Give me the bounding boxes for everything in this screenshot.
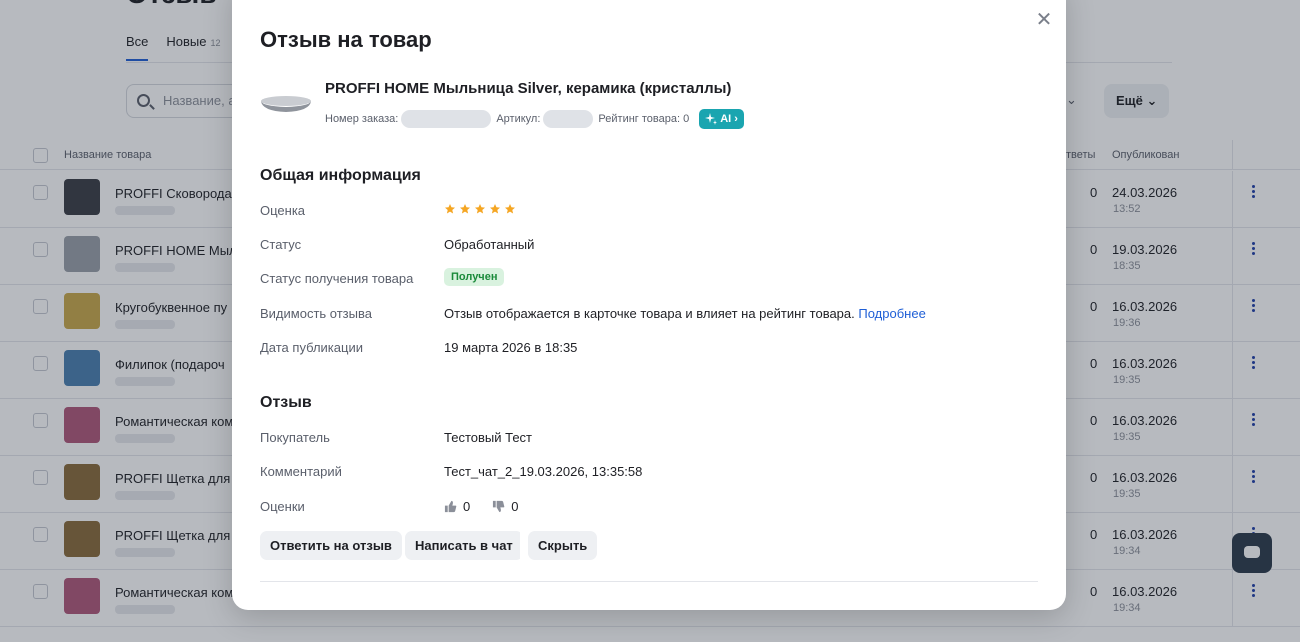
comment-row: Комментарий Тест_чат_2_19.03.2026, 13:35… [260,464,1040,484]
chevron-right-icon: › [734,113,738,125]
review-section-title: Отзыв [260,394,312,411]
general-info-title: Общая информация [260,167,421,184]
reply-button[interactable]: Ответить на отзыв [260,531,402,560]
status-row: Статус Обработанный [260,237,1040,257]
rating-label: Оценка [260,203,306,218]
thumbs-down-icon[interactable] [492,500,505,513]
votes-label: Оценки [260,499,305,514]
visibility-row: Видимость отзыва Отзыв отображается в ка… [260,306,1040,326]
votes-value: 0 0 [444,499,518,516]
write-chat-button[interactable]: Написать в чат [405,531,523,560]
thumbs-up-icon[interactable] [444,500,457,513]
learn-more-link[interactable]: Подробнее [858,306,925,321]
status-value: Обработанный [444,237,535,252]
likes-count: 0 [463,499,471,514]
publish-date-value: 19 марта 2026 в 18:35 [444,340,578,355]
review-modal: ✕ Отзыв на товар PROFFI HOME Мыльница Si… [232,0,1066,610]
status-label: Статус [260,237,302,252]
votes-row: Оценки 0 0 [260,499,1040,519]
ai-label: AI [720,113,732,125]
rating-stars [444,203,516,218]
product-rating: Рейтинг товара: 0 [598,113,690,125]
buyer-row: Покупатель Тестовый Тест [260,430,1040,450]
receipt-label: Статус получения товара [260,271,414,286]
dislikes-count: 0 [511,499,519,514]
receipt-row: Статус получения товара Получен [260,268,1040,291]
visibility-label: Видимость отзыва [260,306,372,321]
product-thumbnail [261,96,311,112]
hide-button[interactable]: Скрыть [528,531,598,560]
comment-value: Тест_чат_2_19.03.2026, 13:35:58 [444,464,643,479]
star-icon [490,204,500,214]
sparkle-icon [705,113,718,125]
publish-date-label: Дата публикации [260,340,363,355]
ai-button[interactable]: AI › [699,109,744,129]
buyer-label: Покупатель [260,430,330,445]
order-number-hidden [401,110,492,128]
star-icon [475,204,485,214]
rating-row: Оценка [260,203,1040,223]
product-name[interactable]: PROFFI HOME Мыльница Silver, керамика (к… [325,80,731,97]
visibility-value: Отзыв отображается в карточке товара и в… [444,306,855,321]
star-icon [445,204,455,214]
order-number-label: Номер заказа: [325,113,399,125]
visibility-value-cell: Отзыв отображается в карточке товара и в… [444,306,926,321]
close-icon[interactable]: ✕ [1034,10,1054,30]
star-icon [505,204,515,214]
star-icon [460,204,470,214]
article-label: Артикул: [496,113,541,125]
comment-label: Комментарий [260,464,342,479]
status-badge: Получен [444,268,505,286]
receipt-status-cell: Получен [444,268,505,286]
modal-title: Отзыв на товар [260,27,432,52]
product-meta: Номер заказа: Артикул: Рейтинг товара: 0… [325,109,744,129]
buyer-value: Тестовый Тест [444,430,532,445]
modal-divider [260,581,1038,582]
publish-date-row: Дата публикации 19 марта 2026 в 18:35 [260,340,1040,360]
article-hidden [543,110,594,128]
